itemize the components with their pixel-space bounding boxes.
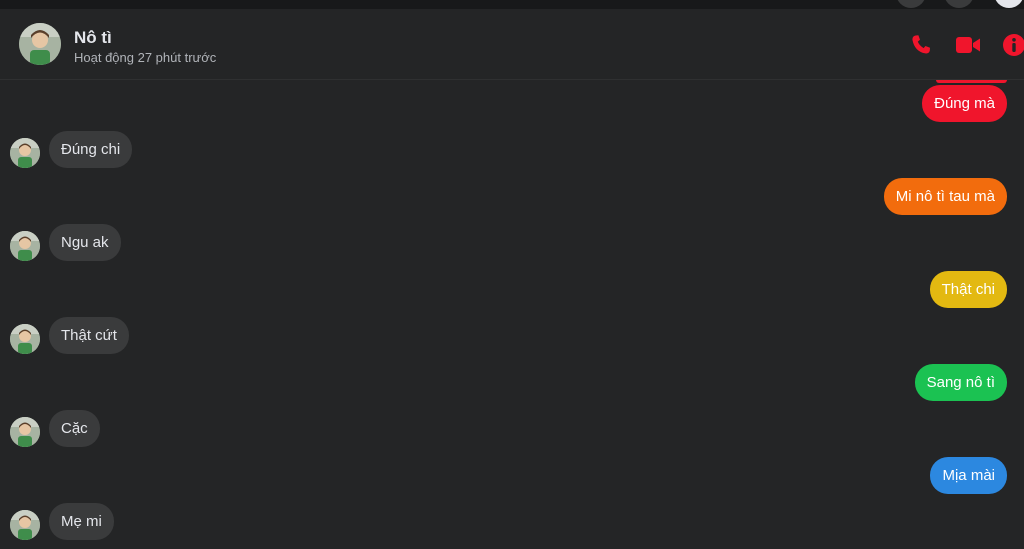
incoming-message[interactable]: Ngu ak bbox=[49, 224, 121, 261]
phone-icon[interactable] bbox=[909, 33, 933, 57]
incoming-message[interactable]: Thật cứt bbox=[49, 317, 129, 354]
contact-active-status: Hoạt động 27 phút trước bbox=[74, 50, 217, 65]
conversation-header: Nô tì Hoạt động 27 phút trước bbox=[0, 9, 1024, 80]
top-account-button[interactable] bbox=[994, 0, 1024, 8]
incoming-message[interactable]: Cặc bbox=[49, 410, 100, 447]
info-icon[interactable] bbox=[1002, 33, 1024, 57]
top-notifications-button[interactable] bbox=[944, 0, 974, 8]
contact-message-avatar[interactable] bbox=[10, 138, 40, 168]
message-thread[interactable]: Đúng mà Đúng chi Mi nô tì tau mà Ngu ak … bbox=[0, 80, 1024, 549]
contact-message-avatar[interactable] bbox=[10, 510, 40, 540]
video-camera-icon[interactable] bbox=[955, 33, 980, 57]
outgoing-message[interactable]: Mịa mài bbox=[930, 457, 1007, 494]
contact-message-avatar[interactable] bbox=[10, 231, 40, 261]
incoming-message[interactable]: Đúng chi bbox=[49, 131, 133, 168]
outgoing-message[interactable]: Thật chi bbox=[929, 271, 1007, 308]
outgoing-message[interactable]: Mi nô tì tau mà bbox=[883, 178, 1007, 215]
window-top-strip bbox=[0, 0, 1024, 9]
outgoing-message[interactable]: Sang nô tì bbox=[914, 364, 1007, 401]
incoming-message[interactable]: Mẹ mi bbox=[49, 503, 114, 540]
contact-avatar[interactable] bbox=[19, 23, 61, 65]
contact-message-avatar[interactable] bbox=[10, 417, 40, 447]
top-menu-button[interactable] bbox=[896, 0, 926, 8]
contact-name[interactable]: Nô tì bbox=[74, 28, 112, 48]
previous-message-edge bbox=[936, 80, 1007, 83]
outgoing-message[interactable]: Đúng mà bbox=[922, 85, 1007, 122]
contact-message-avatar[interactable] bbox=[10, 324, 40, 354]
